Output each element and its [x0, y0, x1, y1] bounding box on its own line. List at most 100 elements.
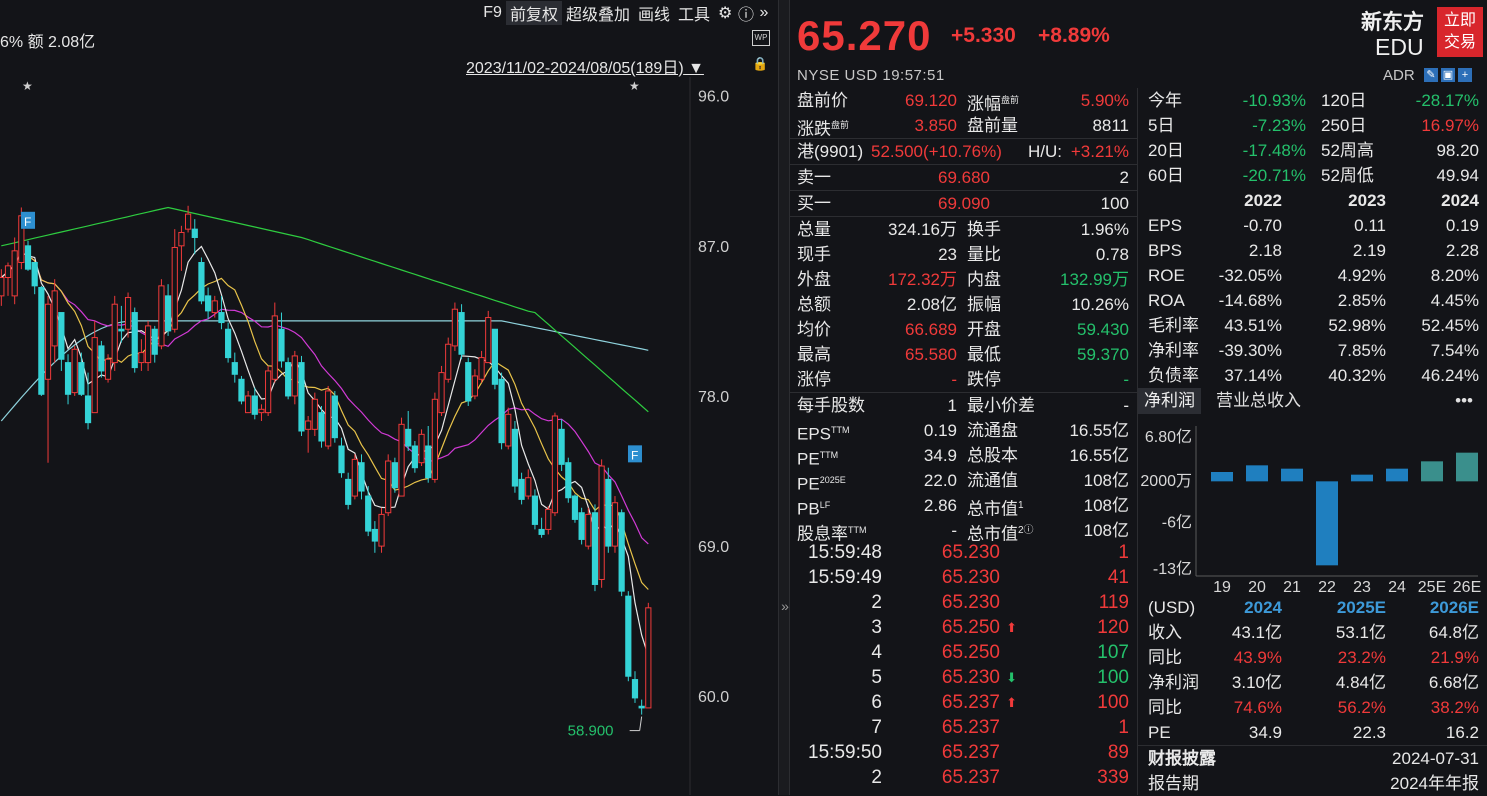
profit-bar[interactable]: [1316, 481, 1338, 566]
candle[interactable]: [545, 506, 552, 535]
lock-icon[interactable]: 🔒: [752, 56, 768, 72]
candle[interactable]: [425, 425, 432, 483]
profit-bar[interactable]: [1246, 465, 1268, 482]
candlestick-chart[interactable]: 96.0 87.0 78.0 69.0 60.0 ★ ★ F F 58.900: [0, 77, 778, 795]
candle[interactable]: [124, 292, 132, 338]
candle[interactable]: [325, 385, 332, 450]
candle[interactable]: [111, 295, 118, 371]
candle[interactable]: [285, 357, 292, 400]
candle[interactable]: [171, 229, 178, 333]
candle[interactable]: [531, 489, 539, 530]
candle[interactable]: [31, 262, 38, 295]
candle[interactable]: [605, 467, 612, 553]
candle[interactable]: [438, 365, 445, 416]
candle[interactable]: [485, 310, 492, 364]
date-range-selector[interactable]: 2023/11/02-2024/08/05(189日) ▼: [466, 54, 704, 78]
profit-bar[interactable]: [1386, 468, 1408, 482]
candle[interactable]: [405, 410, 412, 452]
candle[interactable]: [391, 457, 398, 493]
profit-bar[interactable]: [1421, 461, 1443, 482]
candle[interactable]: [84, 372, 92, 430]
candle[interactable]: [151, 325, 158, 363]
candle[interactable]: [51, 279, 58, 363]
wp-icon[interactable]: WP: [752, 30, 770, 46]
help-icon[interactable]: ⓘ: [734, 1, 754, 25]
candle[interactable]: [238, 375, 245, 405]
tab-net-profit[interactable]: 净利润: [1138, 388, 1201, 414]
candle[interactable]: [471, 369, 479, 400]
candle[interactable]: [225, 322, 232, 363]
candle[interactable]: [411, 441, 418, 473]
profit-bar[interactable]: [1281, 468, 1303, 482]
candle[interactable]: [298, 355, 305, 436]
candle[interactable]: [498, 372, 505, 450]
candle[interactable]: [91, 320, 98, 414]
event-flag[interactable]: F: [627, 445, 642, 463]
candle[interactable]: [598, 459, 605, 588]
tab-revenue[interactable]: 营业总收入: [1216, 388, 1301, 414]
window-icon[interactable]: ▣: [1441, 68, 1455, 82]
candle[interactable]: [505, 407, 512, 450]
candle[interactable]: [245, 390, 252, 414]
candle[interactable]: [71, 345, 78, 396]
candle[interactable]: [138, 339, 145, 371]
candle[interactable]: [58, 312, 65, 371]
candle[interactable]: [365, 486, 372, 537]
panel-divider[interactable]: »: [778, 0, 790, 795]
candle[interactable]: [291, 350, 298, 405]
candle[interactable]: [478, 350, 485, 383]
candle[interactable]: [98, 340, 105, 378]
candle[interactable]: [158, 279, 165, 350]
candle[interactable]: [4, 262, 12, 296]
candle[interactable]: [378, 507, 385, 553]
tick-list[interactable]: 15:59:48 65.230 1 15:59:49 65.230 41 2 65.230 11…: [790, 540, 1137, 790]
candle[interactable]: [38, 285, 45, 396]
candle[interactable]: [571, 494, 579, 523]
profit-bar[interactable]: [1351, 474, 1373, 482]
candle[interactable]: [611, 496, 619, 553]
candle[interactable]: [184, 205, 192, 233]
candle[interactable]: [525, 469, 532, 500]
candle[interactable]: [491, 328, 499, 390]
candle[interactable]: [258, 404, 265, 421]
candle[interactable]: [418, 429, 425, 467]
candle[interactable]: [318, 405, 325, 448]
candle[interactable]: [131, 307, 138, 373]
candle[interactable]: [538, 517, 545, 538]
candle[interactable]: [625, 591, 632, 682]
edit-icon[interactable]: ✎: [1424, 68, 1438, 82]
candle[interactable]: [645, 602, 652, 709]
candle[interactable]: [231, 352, 238, 383]
candle[interactable]: [338, 437, 345, 478]
candle[interactable]: [431, 392, 438, 483]
candle[interactable]: [311, 392, 318, 436]
candle[interactable]: [551, 412, 559, 517]
candle[interactable]: [445, 337, 452, 383]
candle[interactable]: [0, 269, 5, 306]
plus-icon[interactable]: +: [1458, 68, 1472, 82]
candle[interactable]: [351, 454, 358, 500]
candle[interactable]: [631, 671, 639, 703]
candle[interactable]: [565, 457, 572, 503]
candle[interactable]: [44, 295, 52, 463]
candle[interactable]: [78, 352, 85, 396]
double-chevron-right-icon[interactable]: »: [754, 4, 774, 22]
candle[interactable]: [511, 420, 519, 493]
candle[interactable]: [465, 357, 472, 406]
candle[interactable]: [144, 320, 152, 371]
profit-bar[interactable]: [1211, 472, 1233, 482]
overlay-button[interactable]: 超级叠加: [562, 1, 634, 25]
candle[interactable]: [451, 302, 458, 351]
f9-button[interactable]: F9: [479, 4, 506, 22]
candle[interactable]: [591, 504, 599, 592]
candle[interactable]: [11, 237, 18, 305]
event-flag[interactable]: F: [21, 211, 36, 229]
candle[interactable]: [198, 257, 205, 305]
candle[interactable]: [371, 521, 378, 553]
candle[interactable]: [638, 699, 645, 715]
candle[interactable]: [558, 419, 565, 472]
trade-now-button[interactable]: 立即 交易: [1437, 7, 1483, 57]
hk-row[interactable]: 港(9901) 52.500(+10.76%) H/U: +3.21%: [790, 139, 1137, 164]
candle[interactable]: [305, 415, 312, 453]
candle[interactable]: [585, 507, 592, 550]
